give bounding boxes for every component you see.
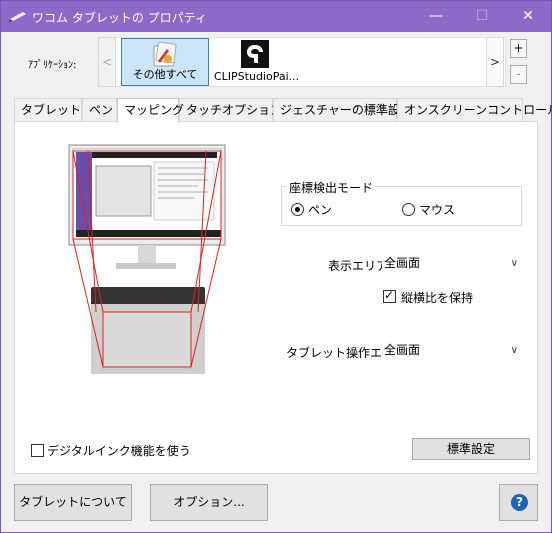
properties-window: ワコム タブレットの プロパティ — ☐ ✕ ｱﾌﾟﾘｹｰｼｮﾝ: < その他す… — [0, 0, 552, 533]
app-tile-all-other[interactable]: その他すべて — [121, 38, 209, 86]
about-tablet-button[interactable]: タブレットについて — [14, 484, 132, 521]
minimize-button[interactable]: — — [413, 1, 459, 32]
tab-onscreen-controls[interactable]: オンスクリーンコントロール — [397, 98, 552, 122]
digital-ink-checkbox[interactable] — [31, 444, 44, 457]
clip-studio-icon — [241, 40, 269, 68]
display-area-dropdown[interactable]: 全画面 ∨ — [382, 253, 523, 274]
digital-ink-label[interactable]: デジタルインク機能を使う — [47, 442, 191, 459]
keep-aspect-label[interactable]: 縦横比を保持 — [401, 289, 473, 306]
remove-application-button[interactable]: - — [510, 65, 527, 84]
close-button[interactable]: ✕ — [505, 1, 551, 32]
mapping-illustration — [68, 144, 226, 374]
tablet-area-value: 全画面 — [384, 343, 421, 357]
window-title: ワコム タブレットの プロパティ — [32, 11, 207, 25]
application-label: ｱﾌﾟﾘｹｰｼｮﾝ: — [28, 60, 77, 71]
wacom-pen-icon — [9, 12, 26, 22]
default-settings-button[interactable]: 標準設定 — [412, 438, 530, 460]
app-tile-label: その他すべて — [132, 68, 198, 81]
help-icon: ? — [511, 494, 528, 511]
mouse-mode-label[interactable]: マウス — [419, 201, 455, 218]
title-bar[interactable]: ワコム タブレットの プロパティ — ☐ ✕ — [1, 1, 551, 32]
keep-aspect-checkbox[interactable] — [383, 288, 396, 303]
help-button[interactable]: ? — [499, 484, 538, 521]
chevron-down-icon: ∨ — [510, 345, 518, 356]
pen-mode-label[interactable]: ペン — [308, 201, 332, 218]
maximize-button[interactable]: ☐ — [459, 1, 505, 32]
tab-mapping[interactable]: マッピング — [117, 98, 184, 123]
app-scroll-right-button[interactable]: > — [486, 37, 504, 87]
detection-mode-title: 座標検出モード — [287, 179, 376, 196]
options-button[interactable]: オプション... — [150, 484, 268, 521]
add-application-button[interactable]: + — [510, 39, 527, 58]
all-other-apps-icon — [153, 41, 177, 67]
tablet-area-dropdown[interactable]: 全画面 ∨ — [382, 340, 523, 361]
pen-mode-radio[interactable] — [291, 203, 304, 216]
tab-pen[interactable]: ペン — [82, 98, 117, 122]
display-area-value: 全画面 — [384, 256, 421, 270]
tab-tablet[interactable]: タブレット — [14, 98, 82, 122]
tab-gesture-defaults[interactable]: ジェスチャーの標準設定 — [273, 98, 412, 122]
app-tile-label: CLIPStudioPai... — [214, 70, 300, 83]
chevron-down-icon: ∨ — [510, 258, 518, 269]
mouse-mode-radio[interactable] — [402, 203, 415, 216]
tab-touch-options[interactable]: タッチオプション — [179, 98, 282, 122]
app-scroll-left-button[interactable]: < — [98, 37, 116, 87]
app-tile-clip-studio[interactable]: CLIPStudioPai... — [211, 38, 311, 86]
